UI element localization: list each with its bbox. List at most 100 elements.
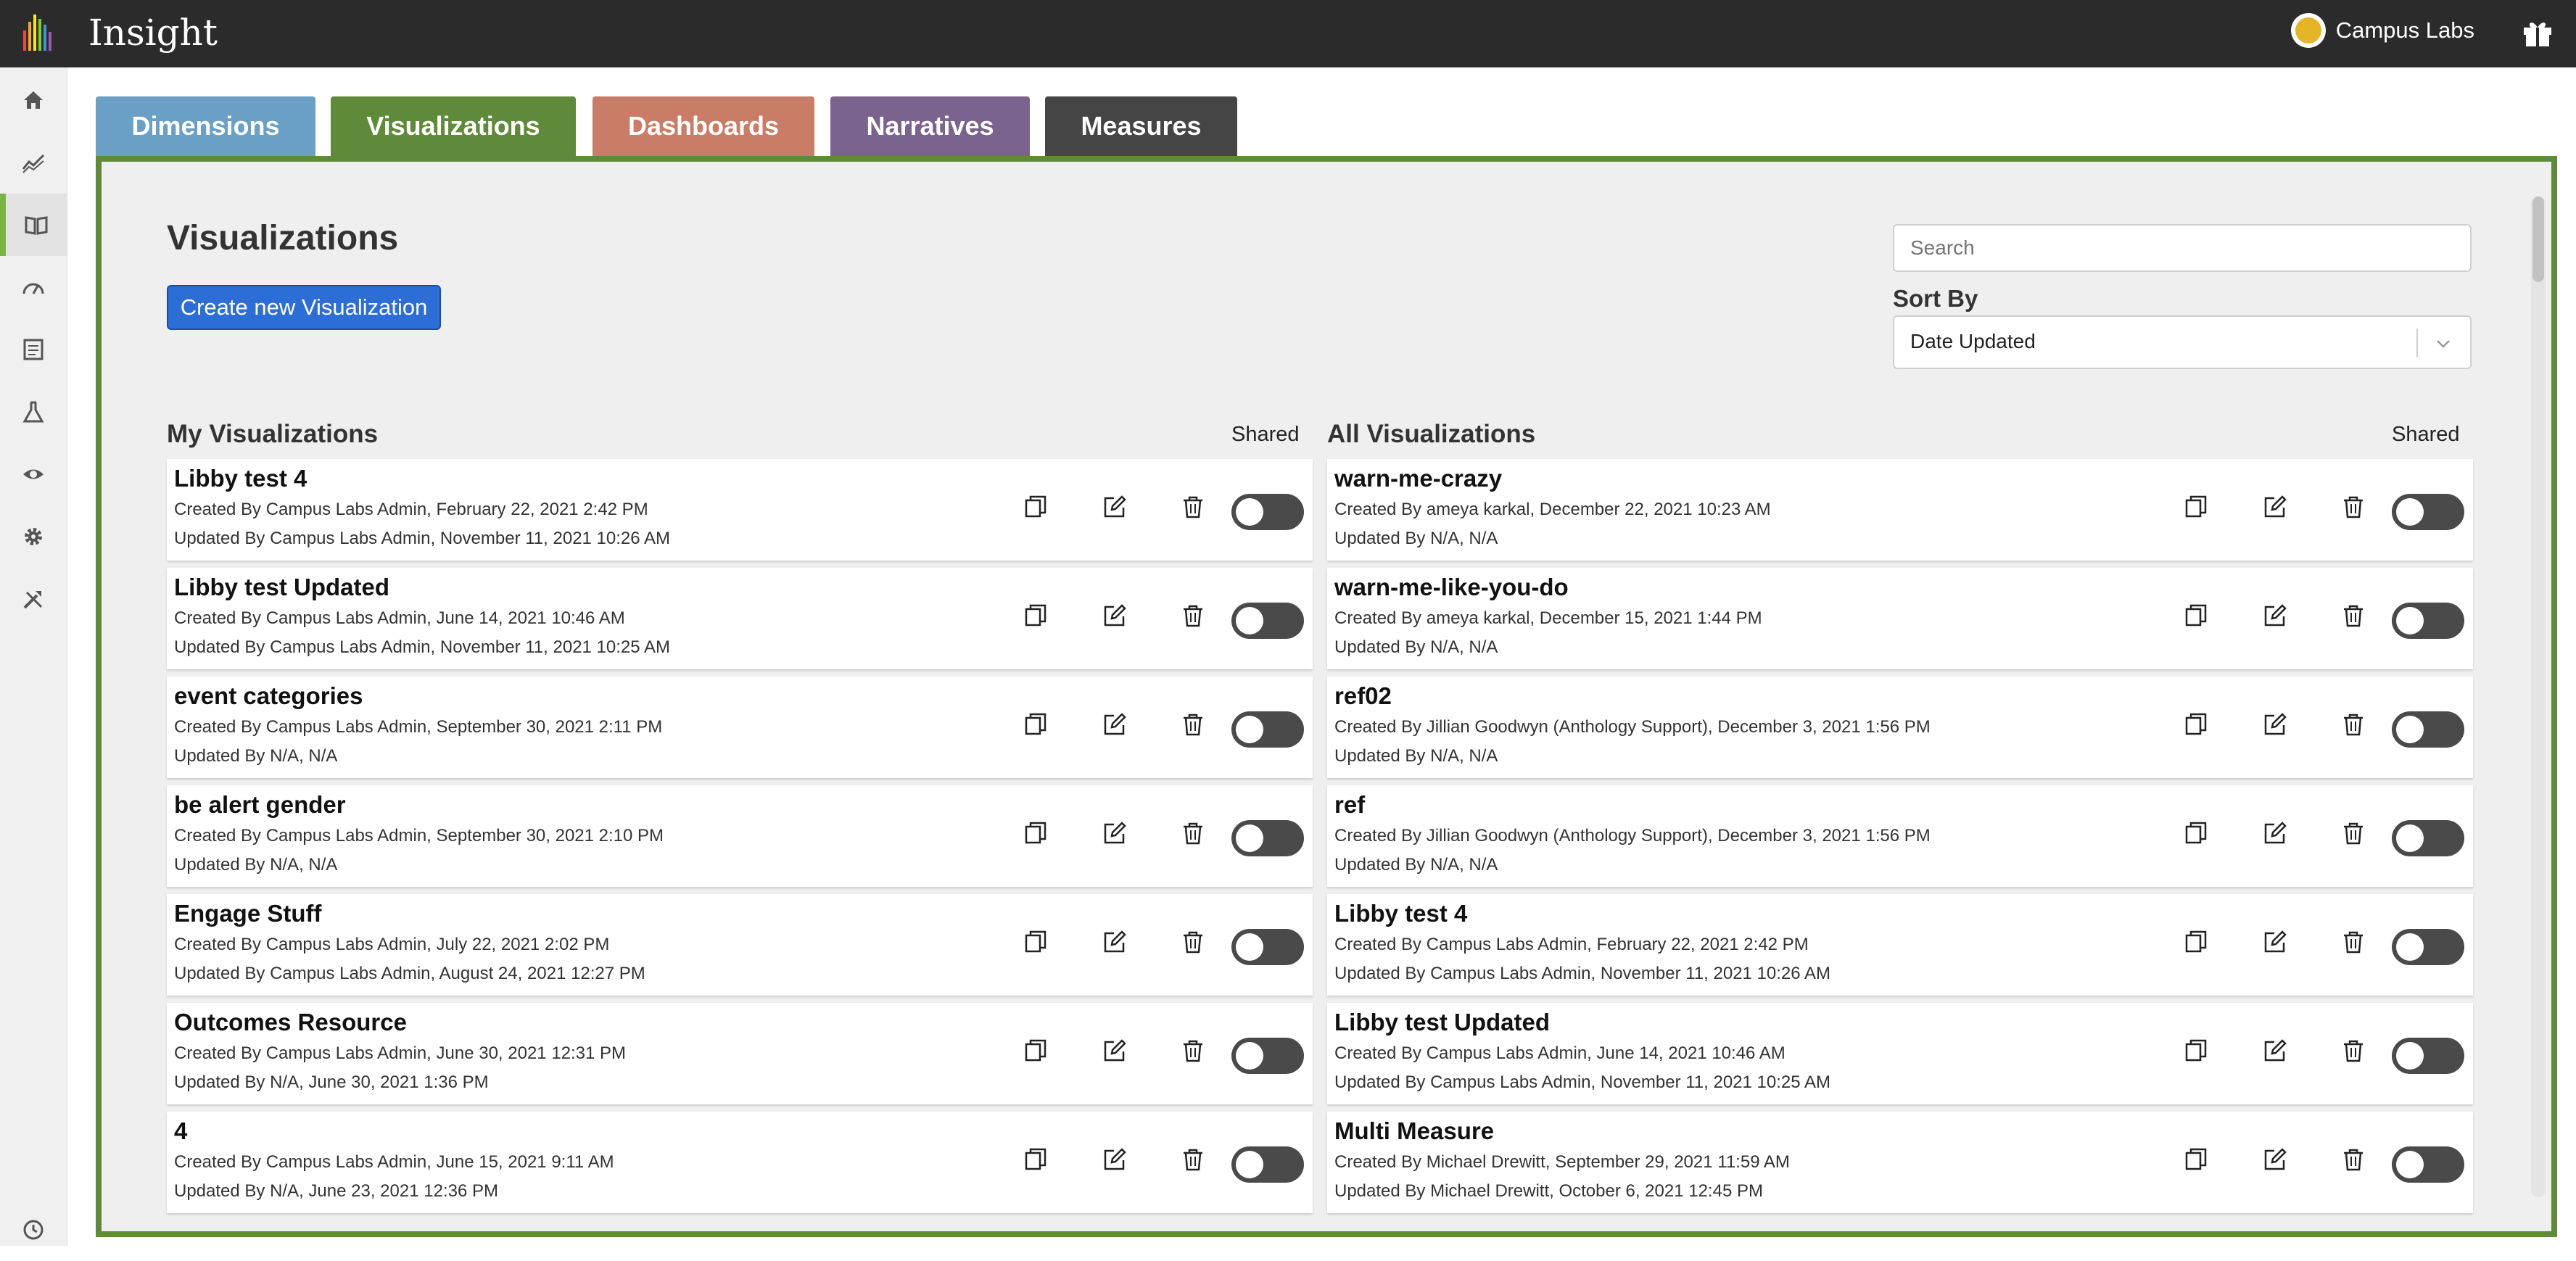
delete-button[interactable] [1177, 600, 1209, 632]
visualization-name[interactable]: ref [1334, 791, 1365, 819]
copy-button[interactable] [1020, 491, 1052, 523]
rail-tools[interactable] [0, 568, 67, 630]
visualization-name[interactable]: Outcomes Resource [174, 1009, 407, 1036]
create-visualization-button[interactable]: Create new Visualization [167, 285, 441, 330]
visualization-card[interactable]: Libby test 4 Created By Campus Labs Admi… [1327, 894, 2473, 996]
scrollbar[interactable] [2531, 197, 2546, 1197]
shared-toggle[interactable] [1231, 820, 1304, 856]
copy-button[interactable] [2180, 600, 2212, 632]
copy-button[interactable] [2180, 1144, 2212, 1175]
rail-documents[interactable] [0, 318, 67, 381]
edit-button[interactable] [2259, 491, 2291, 523]
tab-visualizations[interactable]: Visualizations [331, 96, 576, 156]
rail-history[interactable] [0, 1199, 67, 1261]
rail-trends[interactable] [0, 131, 67, 194]
edit-button[interactable] [1099, 600, 1131, 632]
visualization-name[interactable]: ref02 [1334, 682, 1392, 710]
edit-button[interactable] [2259, 926, 2291, 958]
visualization-name[interactable]: Libby test Updated [1334, 1009, 1550, 1036]
rail-home[interactable] [0, 69, 67, 131]
edit-button[interactable] [2259, 708, 2291, 740]
delete-button[interactable] [1177, 491, 1209, 523]
org-switcher[interactable]: Campus Labs [2290, 13, 2474, 48]
delete-button[interactable] [2337, 1035, 2369, 1067]
visualization-card[interactable]: Libby test Updated Created By Campus Lab… [167, 568, 1313, 669]
sort-by-select[interactable]: Date Updated [1893, 315, 2472, 369]
tab-dashboards[interactable]: Dashboards [593, 96, 814, 156]
shared-toggle[interactable] [1231, 1146, 1304, 1183]
visualization-card[interactable]: Libby test Updated Created By Campus Lab… [1327, 1003, 2473, 1104]
shared-toggle[interactable] [1231, 603, 1304, 639]
delete-button[interactable] [2337, 600, 2369, 632]
visualization-card[interactable]: Engage Stuff Created By Campus Labs Admi… [167, 894, 1313, 996]
visualization-name[interactable]: Engage Stuff [174, 900, 322, 927]
shared-toggle[interactable] [1231, 711, 1304, 748]
visualization-name[interactable]: Libby test Updated [174, 574, 389, 601]
edit-button[interactable] [1099, 491, 1131, 523]
copy-button[interactable] [1020, 817, 1052, 849]
visualization-card[interactable]: Multi Measure Created By Michael Drewitt… [1327, 1112, 2473, 1213]
rail-gauge[interactable] [0, 256, 67, 318]
edit-button[interactable] [2259, 600, 2291, 632]
copy-button[interactable] [2180, 491, 2212, 523]
scrollbar-thumb[interactable] [2532, 197, 2544, 282]
visualization-name[interactable]: 4 [174, 1117, 187, 1145]
copy-button[interactable] [2180, 926, 2212, 958]
shared-toggle[interactable] [2392, 929, 2464, 965]
visualization-card[interactable]: warn-me-like-you-do Created By ameya kar… [1327, 568, 2473, 669]
edit-button[interactable] [1099, 926, 1131, 958]
shared-toggle[interactable] [2392, 1146, 2464, 1183]
delete-button[interactable] [1177, 817, 1209, 849]
visualization-card[interactable]: ref02 Created By Jillian Goodwyn (Anthol… [1327, 677, 2473, 778]
tab-measures[interactable]: Measures [1045, 96, 1237, 156]
shared-toggle[interactable] [1231, 1038, 1304, 1074]
edit-button[interactable] [1099, 1144, 1131, 1175]
visualization-card[interactable]: warn-me-crazy Created By ameya karkal, D… [1327, 459, 2473, 561]
copy-button[interactable] [1020, 600, 1052, 632]
gift-icon[interactable] [2521, 16, 2554, 49]
delete-button[interactable] [2337, 491, 2369, 523]
visualization-name[interactable]: Libby test 4 [174, 465, 307, 492]
rail-lab[interactable] [0, 381, 67, 443]
search-input[interactable] [1893, 224, 2472, 272]
copy-button[interactable] [2180, 1035, 2212, 1067]
copy-button[interactable] [1020, 1144, 1052, 1175]
visualization-name[interactable]: Multi Measure [1334, 1117, 1494, 1145]
delete-button[interactable] [1177, 926, 1209, 958]
copy-button[interactable] [1020, 1035, 1052, 1067]
rail-view[interactable] [0, 443, 67, 505]
edit-button[interactable] [1099, 817, 1131, 849]
rail-library[interactable] [0, 194, 67, 256]
tab-dimensions[interactable]: Dimensions [96, 96, 315, 156]
shared-toggle[interactable] [1231, 929, 1304, 965]
visualization-card[interactable]: Libby test 4 Created By Campus Labs Admi… [167, 459, 1313, 561]
delete-button[interactable] [1177, 708, 1209, 740]
edit-button[interactable] [2259, 1035, 2291, 1067]
delete-button[interactable] [2337, 926, 2369, 958]
rail-settings[interactable] [0, 505, 67, 568]
edit-button[interactable] [1099, 1035, 1131, 1067]
visualization-name[interactable]: be alert gender [174, 791, 346, 819]
delete-button[interactable] [2337, 817, 2369, 849]
shared-toggle[interactable] [2392, 494, 2464, 530]
edit-button[interactable] [2259, 1144, 2291, 1175]
shared-toggle[interactable] [1231, 494, 1304, 530]
visualization-name[interactable]: warn-me-like-you-do [1334, 574, 1569, 601]
visualization-name[interactable]: Libby test 4 [1334, 900, 1467, 927]
edit-button[interactable] [1099, 708, 1131, 740]
visualization-card[interactable]: 4 Created By Campus Labs Admin, June 15,… [167, 1112, 1313, 1213]
visualization-name[interactable]: event categories [174, 682, 363, 710]
shared-toggle[interactable] [2392, 603, 2464, 639]
delete-button[interactable] [1177, 1144, 1209, 1175]
visualization-name[interactable]: warn-me-crazy [1334, 465, 1502, 492]
delete-button[interactable] [1177, 1035, 1209, 1067]
delete-button[interactable] [2337, 1144, 2369, 1175]
edit-button[interactable] [2259, 817, 2291, 849]
logo-icon[interactable] [16, 9, 64, 57]
delete-button[interactable] [2337, 708, 2369, 740]
shared-toggle[interactable] [2392, 1038, 2464, 1074]
copy-button[interactable] [2180, 817, 2212, 849]
copy-button[interactable] [1020, 926, 1052, 958]
tab-narratives[interactable]: Narratives [830, 96, 1030, 156]
copy-button[interactable] [2180, 708, 2212, 740]
